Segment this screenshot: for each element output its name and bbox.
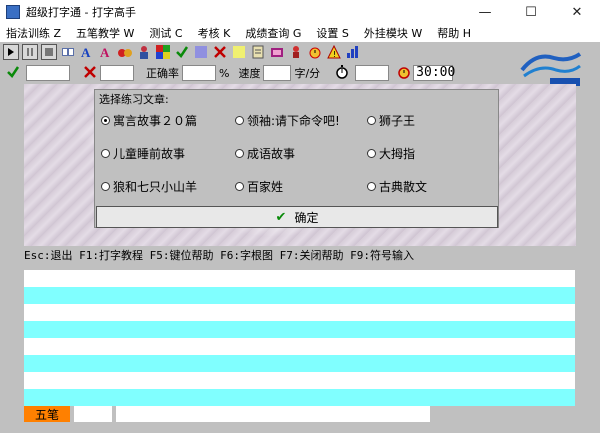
input-line[interactable] <box>24 355 575 372</box>
option-bedtime-stories[interactable]: 儿童睡前故事 <box>101 145 185 162</box>
option-label: 寓言故事２０篇 <box>113 114 198 128</box>
accuracy-field <box>182 65 216 81</box>
menu-fingering[interactable]: 指法训练 Z <box>0 25 70 41</box>
confirm-button[interactable]: ✔ 确定 <box>96 206 498 228</box>
dialog-legend: 选择练习文章: <box>99 93 169 106</box>
wrong-icon <box>84 65 96 81</box>
menu-wubi[interactable]: 五笔教学 W <box>70 25 143 41</box>
source-line <box>24 270 575 287</box>
svg-text:!: ! <box>333 50 336 59</box>
option-label: 百家姓 <box>247 180 284 194</box>
radio[interactable] <box>235 182 244 191</box>
source-line <box>24 304 575 321</box>
countdown-field: 30:00 <box>413 65 455 81</box>
input-line[interactable] <box>24 389 575 406</box>
alarm-clock-icon <box>397 65 411 82</box>
chart-icon[interactable] <box>345 44 361 60</box>
square-icon[interactable] <box>193 44 209 60</box>
ime-code-box <box>74 406 112 422</box>
option-lion-king[interactable]: 狮子王 <box>367 112 415 129</box>
radio[interactable] <box>235 149 244 158</box>
ime-status-bar: 五笔 <box>24 406 430 422</box>
svg-text:A: A <box>81 45 91 59</box>
typing-area[interactable] <box>24 270 575 406</box>
confirm-label: 确定 <box>294 210 319 225</box>
option-label: 狼和七只小山羊 <box>113 180 198 194</box>
font-b-icon[interactable]: A <box>98 44 114 60</box>
option-label: 领袖:请下命令吧! <box>247 114 340 128</box>
menu-settings[interactable]: 设置 S <box>310 25 357 41</box>
option-classical-prose[interactable]: 古典散文 <box>367 178 427 195</box>
person-icon[interactable] <box>136 44 152 60</box>
radio[interactable] <box>367 116 376 125</box>
warning-icon[interactable]: ! <box>326 44 342 60</box>
menu-help[interactable]: 帮助 H <box>431 25 480 41</box>
app-icon <box>6 5 20 19</box>
check-icon[interactable] <box>174 44 190 60</box>
window-title: 超级打字通 - 打字高手 <box>26 6 136 19</box>
option-label: 狮子王 <box>379 114 416 128</box>
speed-unit: 字/分 <box>294 67 321 80</box>
stopwatch-icon <box>335 64 349 82</box>
minimize-button[interactable]: — <box>462 0 508 24</box>
menu-test[interactable]: 测试 C <box>143 25 191 41</box>
menu-plugins[interactable]: 外挂模块 W <box>358 25 431 41</box>
maximize-button[interactable]: ☐ <box>508 0 554 24</box>
cross-icon[interactable] <box>212 44 228 60</box>
accuracy-unit: % <box>219 66 230 80</box>
characters-icon[interactable] <box>117 44 133 60</box>
shortcut-help-line: Esc:退出 F1:打字教程 F5:键位帮助 F6:字根图 F7:关闭帮助 F9… <box>24 249 414 262</box>
option-label: 大拇指 <box>379 147 416 161</box>
speed-field <box>263 65 292 81</box>
source-line <box>24 338 575 355</box>
alarm-icon[interactable] <box>307 44 323 60</box>
font-a-icon[interactable]: A <box>79 44 95 60</box>
ime-mode-indicator[interactable]: 五笔 <box>24 406 70 422</box>
open-book-icon[interactable] <box>60 44 76 60</box>
option-surnames[interactable]: 百家姓 <box>235 178 283 195</box>
menu-scores[interactable]: 成绩查询 G <box>239 25 310 41</box>
wrong-count-field <box>100 65 134 81</box>
title-bar: 超级打字通 - 打字高手 — ☐ ✕ <box>0 0 600 24</box>
radio-selected[interactable] <box>101 116 110 125</box>
ime-candidate-box <box>116 406 430 422</box>
option-leader[interactable]: 领袖:请下命令吧! <box>235 112 340 129</box>
svg-text:A: A <box>100 45 110 59</box>
speed-label: 速度 <box>238 67 261 80</box>
yellow-square-icon[interactable] <box>231 44 247 60</box>
window-controls: — ☐ ✕ <box>462 0 600 24</box>
check-icon: ✔ <box>275 209 287 225</box>
input-line[interactable] <box>24 321 575 338</box>
elapsed-time-field <box>355 65 390 81</box>
stats-bar: 正确率 % 速度 字/分 30:00 <box>0 62 600 84</box>
menu-bar: 指法训练 Z 五笔教学 W 测试 C 考核 K 成绩查询 G 设置 S 外挂模块… <box>0 24 600 42</box>
tv-icon[interactable] <box>269 44 285 60</box>
pause-icon[interactable] <box>22 44 38 60</box>
option-thumbelina[interactable]: 大拇指 <box>367 145 415 162</box>
option-label: 儿童睡前故事 <box>113 147 186 161</box>
close-button[interactable]: ✕ <box>554 0 600 24</box>
correct-icon <box>6 65 20 82</box>
radio[interactable] <box>101 182 110 191</box>
toolbar: A A ! <box>0 42 515 62</box>
option-idiom-stories[interactable]: 成语故事 <box>235 145 295 162</box>
accuracy-label: 正确率 <box>146 67 179 80</box>
menu-exam[interactable]: 考核 K <box>192 25 240 41</box>
source-line <box>24 372 575 389</box>
option-label: 古典散文 <box>379 180 428 194</box>
correct-count-field <box>26 65 70 81</box>
input-line[interactable] <box>24 287 575 304</box>
option-fables[interactable]: 寓言故事２０篇 <box>101 112 197 129</box>
figure-icon[interactable] <box>288 44 304 60</box>
option-wolf-goats[interactable]: 狼和七只小山羊 <box>101 178 197 195</box>
radio[interactable] <box>367 149 376 158</box>
radio[interactable] <box>367 182 376 191</box>
clipboard-icon[interactable] <box>250 44 266 60</box>
color-palette-icon[interactable] <box>155 44 171 60</box>
radio[interactable] <box>235 116 244 125</box>
play-icon[interactable] <box>3 44 19 60</box>
option-label: 成语故事 <box>247 147 296 161</box>
stop-icon[interactable] <box>41 44 57 60</box>
radio[interactable] <box>101 149 110 158</box>
